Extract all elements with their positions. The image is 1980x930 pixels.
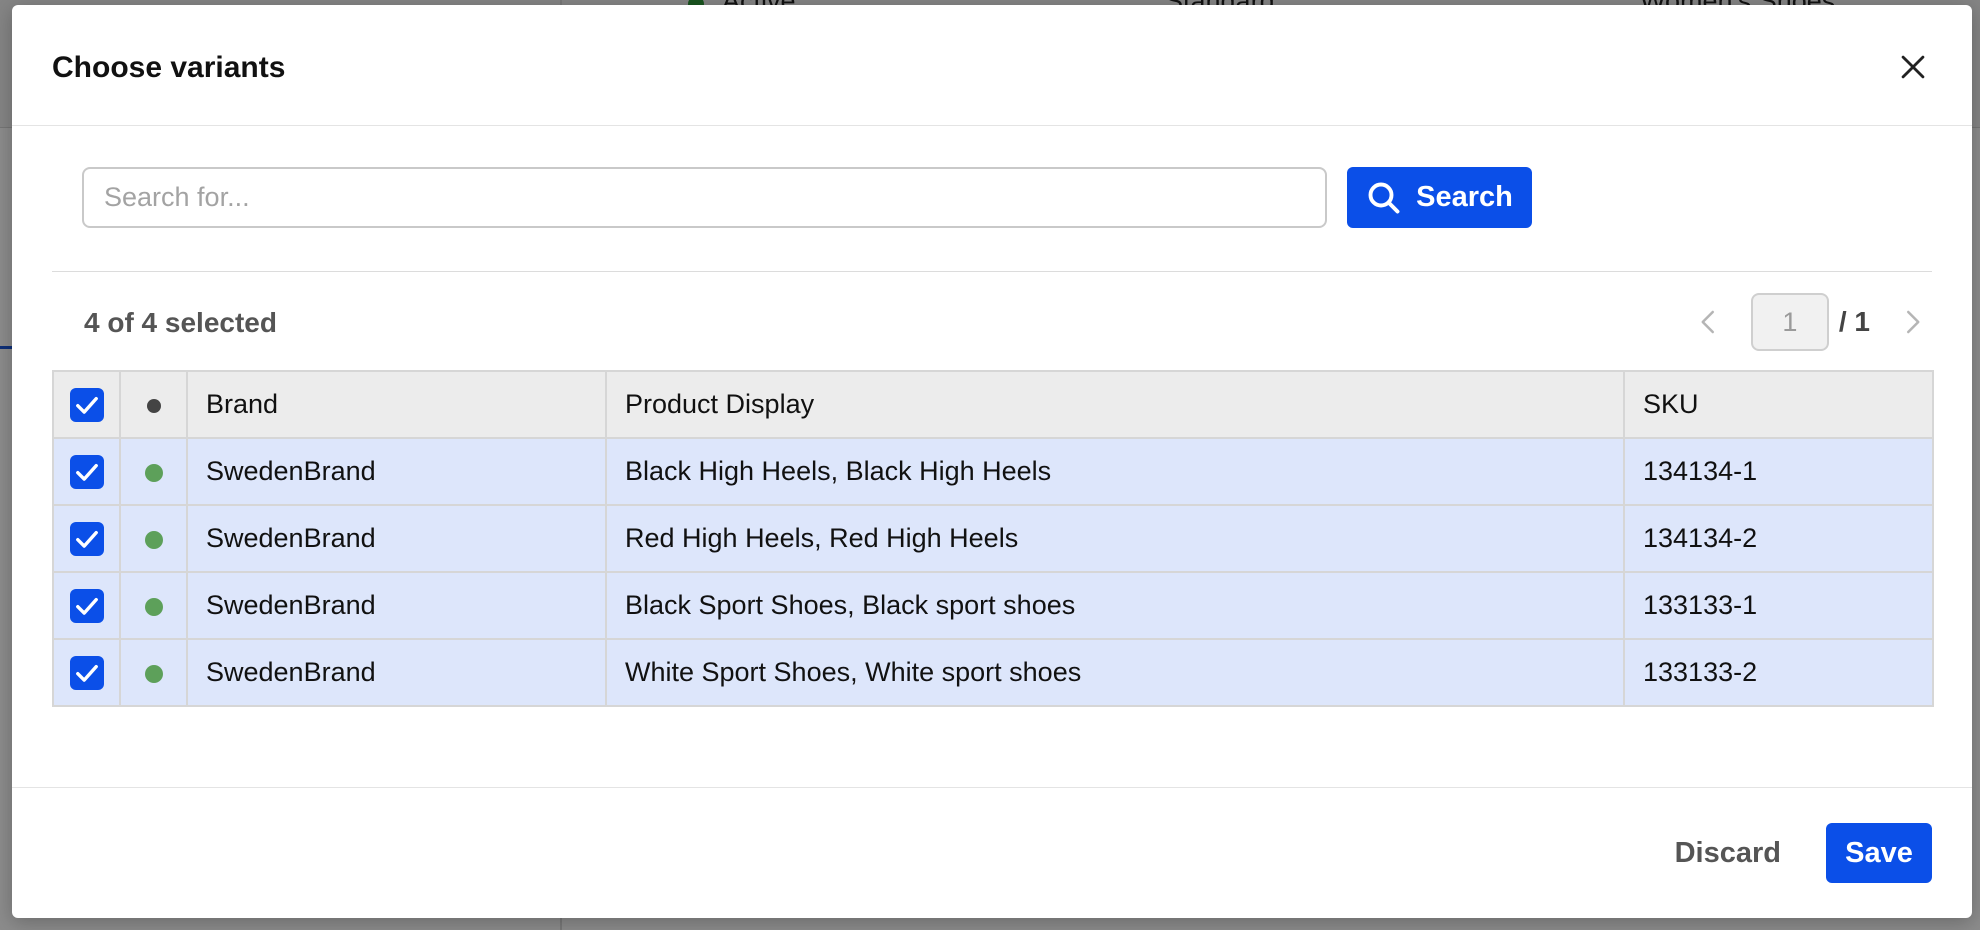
status-dot-icon (144, 597, 163, 616)
choose-variants-dialog: Choose variants Search 4 of 4 selected /… (12, 5, 1972, 918)
chevron-left-icon (1701, 310, 1714, 334)
row-select-cell (52, 571, 121, 640)
row-select-cell (52, 638, 121, 707)
close-icon (1901, 55, 1925, 79)
brand-cell: SwedenBrand (186, 638, 607, 707)
table-row[interactable]: SwedenBrand Black Sport Shoes, Black spo… (52, 571, 1934, 640)
sku-cell: 134134-2 (1623, 504, 1934, 573)
search-button[interactable]: Search (1347, 167, 1532, 228)
row-checkbox[interactable] (69, 454, 104, 489)
save-button[interactable]: Save (1826, 823, 1932, 883)
search-bar: Search (52, 126, 1932, 272)
row-checkbox[interactable] (69, 521, 104, 556)
status-dot-icon (144, 463, 163, 482)
table-header-row: Brand Product Display SKU (52, 370, 1934, 439)
previous-page-button[interactable] (1689, 302, 1729, 342)
brand-column-header[interactable]: Brand (186, 370, 607, 439)
row-select-cell (52, 504, 121, 573)
row-status-cell (119, 571, 188, 640)
table-row[interactable]: SwedenBrand White Sport Shoes, White spo… (52, 638, 1934, 707)
row-status-cell (119, 437, 188, 506)
sku-cell: 133133-2 (1623, 638, 1934, 707)
next-page-button[interactable] (1892, 302, 1932, 342)
table-row[interactable]: SwedenBrand Red High Heels, Red High Hee… (52, 504, 1934, 573)
checkmark-icon (75, 597, 98, 615)
page-total: / 1 (1838, 306, 1870, 337)
brand-cell: SwedenBrand (186, 437, 607, 506)
row-status-cell (119, 504, 188, 573)
dialog-header: Choose variants (12, 5, 1972, 126)
product-link[interactable]: Black High Heels, Black High Heels (605, 437, 1625, 506)
status-dot-icon (144, 664, 163, 683)
row-checkbox[interactable] (69, 588, 104, 623)
row-select-cell (52, 437, 121, 506)
sku-cell: 134134-1 (1623, 437, 1934, 506)
search-icon (1368, 182, 1400, 213)
variants-table: Brand Product Display SKU SwedenBrand Bl… (52, 370, 1934, 707)
discard-button[interactable]: Discard (1659, 823, 1797, 883)
status-column-header (119, 370, 188, 439)
select-all-cell (52, 370, 121, 439)
pagination: / 1 (1689, 292, 1932, 352)
status-dot-icon (146, 398, 161, 413)
sku-column-header[interactable]: SKU (1623, 370, 1934, 439)
product-link[interactable]: Black Sport Shoes, Black sport shoes (605, 571, 1625, 640)
dialog-footer: Discard Save (12, 787, 1972, 918)
dialog-title: Choose variants (52, 51, 286, 84)
product-link[interactable]: Red High Heels, Red High Heels (605, 504, 1625, 573)
table-row[interactable]: SwedenBrand Black High Heels, Black High… (52, 437, 1934, 506)
select-all-checkbox[interactable] (69, 387, 104, 422)
product-display-column-header[interactable]: Product Display (605, 370, 1625, 439)
search-button-label: Search (1416, 181, 1513, 213)
status-dot-icon (144, 530, 163, 549)
brand-cell: SwedenBrand (186, 504, 607, 573)
row-checkbox[interactable] (69, 655, 104, 690)
checkmark-icon (75, 664, 98, 682)
checkmark-icon (75, 530, 98, 548)
row-status-cell (119, 638, 188, 707)
sku-cell: 133133-1 (1623, 571, 1934, 640)
checkmark-icon (75, 396, 98, 414)
checkmark-icon (75, 463, 98, 481)
close-button[interactable] (1896, 50, 1930, 84)
page-number-input[interactable] (1750, 293, 1829, 351)
brand-cell: SwedenBrand (186, 571, 607, 640)
product-link[interactable]: White Sport Shoes, White sport shoes (605, 638, 1625, 707)
search-input[interactable] (82, 167, 1327, 228)
selection-summary: 4 of 4 selected (84, 307, 277, 338)
chevron-right-icon (1907, 310, 1920, 334)
